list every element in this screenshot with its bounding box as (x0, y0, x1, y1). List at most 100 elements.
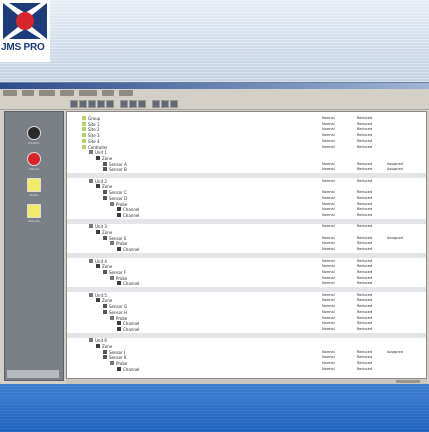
open-icon[interactable] (79, 100, 87, 108)
nav-item[interactable]: Alarms (15, 152, 53, 171)
tree-row-label: Unit 3 (95, 224, 107, 230)
nav-item[interactable]: Notes (15, 178, 53, 197)
tree-row[interactable]: Channel Normal Reduced (67, 207, 426, 212)
paste-icon[interactable] (120, 100, 128, 108)
tree-row[interactable] (67, 287, 426, 292)
tree-node-icon (117, 321, 121, 326)
nav-item[interactable]: Reports (15, 204, 53, 223)
tree-cell: Reduced (357, 116, 373, 120)
new-icon[interactable] (70, 100, 78, 108)
tree-row[interactable]: Channel Normal Reduced (67, 281, 426, 286)
menu-item[interactable] (119, 90, 133, 96)
menu-item[interactable] (102, 90, 114, 96)
tree-cell: Normal (322, 212, 335, 217)
tree-row-label: Unit 5 (95, 292, 107, 298)
tree-row[interactable]: Zone (67, 184, 426, 189)
tree-row[interactable]: Zone (67, 344, 426, 349)
menu-item[interactable] (39, 90, 55, 96)
tree-row[interactable]: Zone Normal Reduced (67, 298, 426, 303)
tree-cell: Normal (322, 321, 335, 326)
tree-row[interactable]: Site 3 Normal Reduced (67, 133, 426, 138)
tree-row[interactable]: Zone (67, 230, 426, 235)
tree-cell: Reduced (357, 355, 373, 360)
tree-row[interactable]: Channel Normal Reduced (67, 326, 426, 332)
nav-item-label: Monitor (28, 141, 40, 145)
tree-row[interactable]: Unit 6 (67, 338, 426, 343)
tree-row[interactable] (67, 218, 426, 224)
tree-node-icon (103, 161, 107, 166)
nav-item-label: Notes (29, 193, 39, 197)
tree-row[interactable]: Zone (67, 155, 426, 161)
tree-row[interactable] (67, 173, 426, 178)
cut-icon[interactable] (97, 100, 105, 108)
tree-row[interactable]: Sensor H Normal Reduced (67, 309, 426, 315)
tree-row[interactable]: Unit 1 (67, 150, 426, 155)
help-icon[interactable] (170, 100, 178, 108)
tree-cell: Reduced (357, 201, 373, 206)
menu-item[interactable] (79, 90, 97, 96)
tree-row[interactable]: Probe Normal Reduced (67, 241, 426, 246)
tree-row[interactable]: Zone Normal Reduced (67, 264, 426, 269)
tree-row[interactable]: Site 4 Normal Reduced (67, 138, 426, 144)
tree-cell: Reduced (357, 241, 373, 246)
tree-row[interactable]: Unit 2 Normal Reduced (67, 178, 426, 184)
navigation-panel: Monitor Alarms Notes Reports (4, 111, 64, 381)
tree-row[interactable]: Sensor K Normal Reduced (67, 355, 426, 360)
tree-row[interactable]: Sensor J Normal Reduced Assigned (67, 349, 426, 355)
tree-cell: Reduced (357, 315, 373, 320)
tree-cell: Normal (322, 235, 335, 240)
tree-row[interactable]: Sensor D Normal Reduced (67, 195, 426, 201)
tree-row[interactable]: Sensor E Normal Reduced Assigned (67, 235, 426, 241)
tree-row[interactable]: Probe Normal Reduced (67, 361, 426, 366)
tree-cell: Normal (322, 292, 335, 297)
tree-row[interactable]: Unit 5 Normal Reduced (67, 292, 426, 298)
menu-item[interactable] (22, 90, 34, 96)
tree-cell: Normal (322, 207, 335, 212)
filter-icon[interactable] (138, 100, 146, 108)
tree-row-label: Sensor C (109, 190, 127, 196)
tree-cell: Normal (322, 167, 335, 172)
tree-node-icon (117, 212, 121, 217)
tree-row[interactable] (67, 252, 426, 258)
copy-icon[interactable] (106, 100, 114, 108)
tree-node-icon (89, 224, 93, 229)
tree-row[interactable]: Site 1 Normal Reduced (67, 121, 426, 127)
panel-scrollbar[interactable] (7, 370, 59, 378)
tree-row[interactable]: Sensor A Normal Reduced Assigned (67, 161, 426, 167)
menu-item[interactable] (60, 90, 74, 96)
tree-row[interactable]: Probe Normal Reduced (67, 315, 426, 321)
tree-row[interactable]: Controller Normal Reduced (67, 144, 426, 150)
tree-cell: Reduced (357, 309, 373, 314)
tree-row[interactable]: Sensor C Normal Reduced (67, 190, 426, 195)
tree-row[interactable]: Unit 4 Normal Reduced (67, 258, 426, 264)
nav-item[interactable]: Monitor (15, 126, 53, 145)
refresh-icon[interactable] (152, 100, 160, 108)
tree-row[interactable]: Probe Normal Reduced (67, 275, 426, 281)
tree-cell: Normal (322, 178, 335, 183)
tree-cell: Normal (322, 127, 335, 132)
monitor-icon (27, 126, 41, 140)
tree-cell: Normal (322, 116, 335, 120)
scrollbar-thumb[interactable] (396, 380, 420, 383)
tree-row[interactable]: Unit 3 Normal Reduced (67, 224, 426, 229)
tree-row[interactable]: Sensor B Normal Reduced Assigned (67, 167, 426, 172)
menu-item[interactable] (3, 90, 17, 96)
tree-row[interactable]: Group Normal Reduced (67, 116, 426, 121)
tree-row[interactable]: Sensor F Normal Reduced (67, 269, 426, 275)
find-icon[interactable] (161, 100, 169, 108)
tree-row[interactable]: Channel Normal Reduced (67, 247, 426, 252)
tree-row[interactable]: Channel Normal Reduced (67, 212, 426, 218)
tree-row[interactable]: Channel Normal Reduced (67, 321, 426, 326)
save-icon[interactable] (88, 100, 96, 108)
tree-row[interactable]: Channel Normal Reduced (67, 366, 426, 372)
tree-row[interactable]: Site 2 Normal Reduced (67, 127, 426, 132)
tree-node-icon (117, 207, 121, 212)
tree-row[interactable] (67, 332, 426, 338)
tree-row[interactable]: Sensor G Normal Reduced (67, 304, 426, 309)
tree-row[interactable]: Probe Normal Reduced (67, 201, 426, 207)
print-icon[interactable] (129, 100, 137, 108)
logo: JMS PRO (0, 0, 50, 62)
tree-cell: Reduced (357, 167, 373, 172)
logo-text: JMS PRO (1, 42, 45, 53)
tree-cell: Normal (322, 304, 335, 309)
